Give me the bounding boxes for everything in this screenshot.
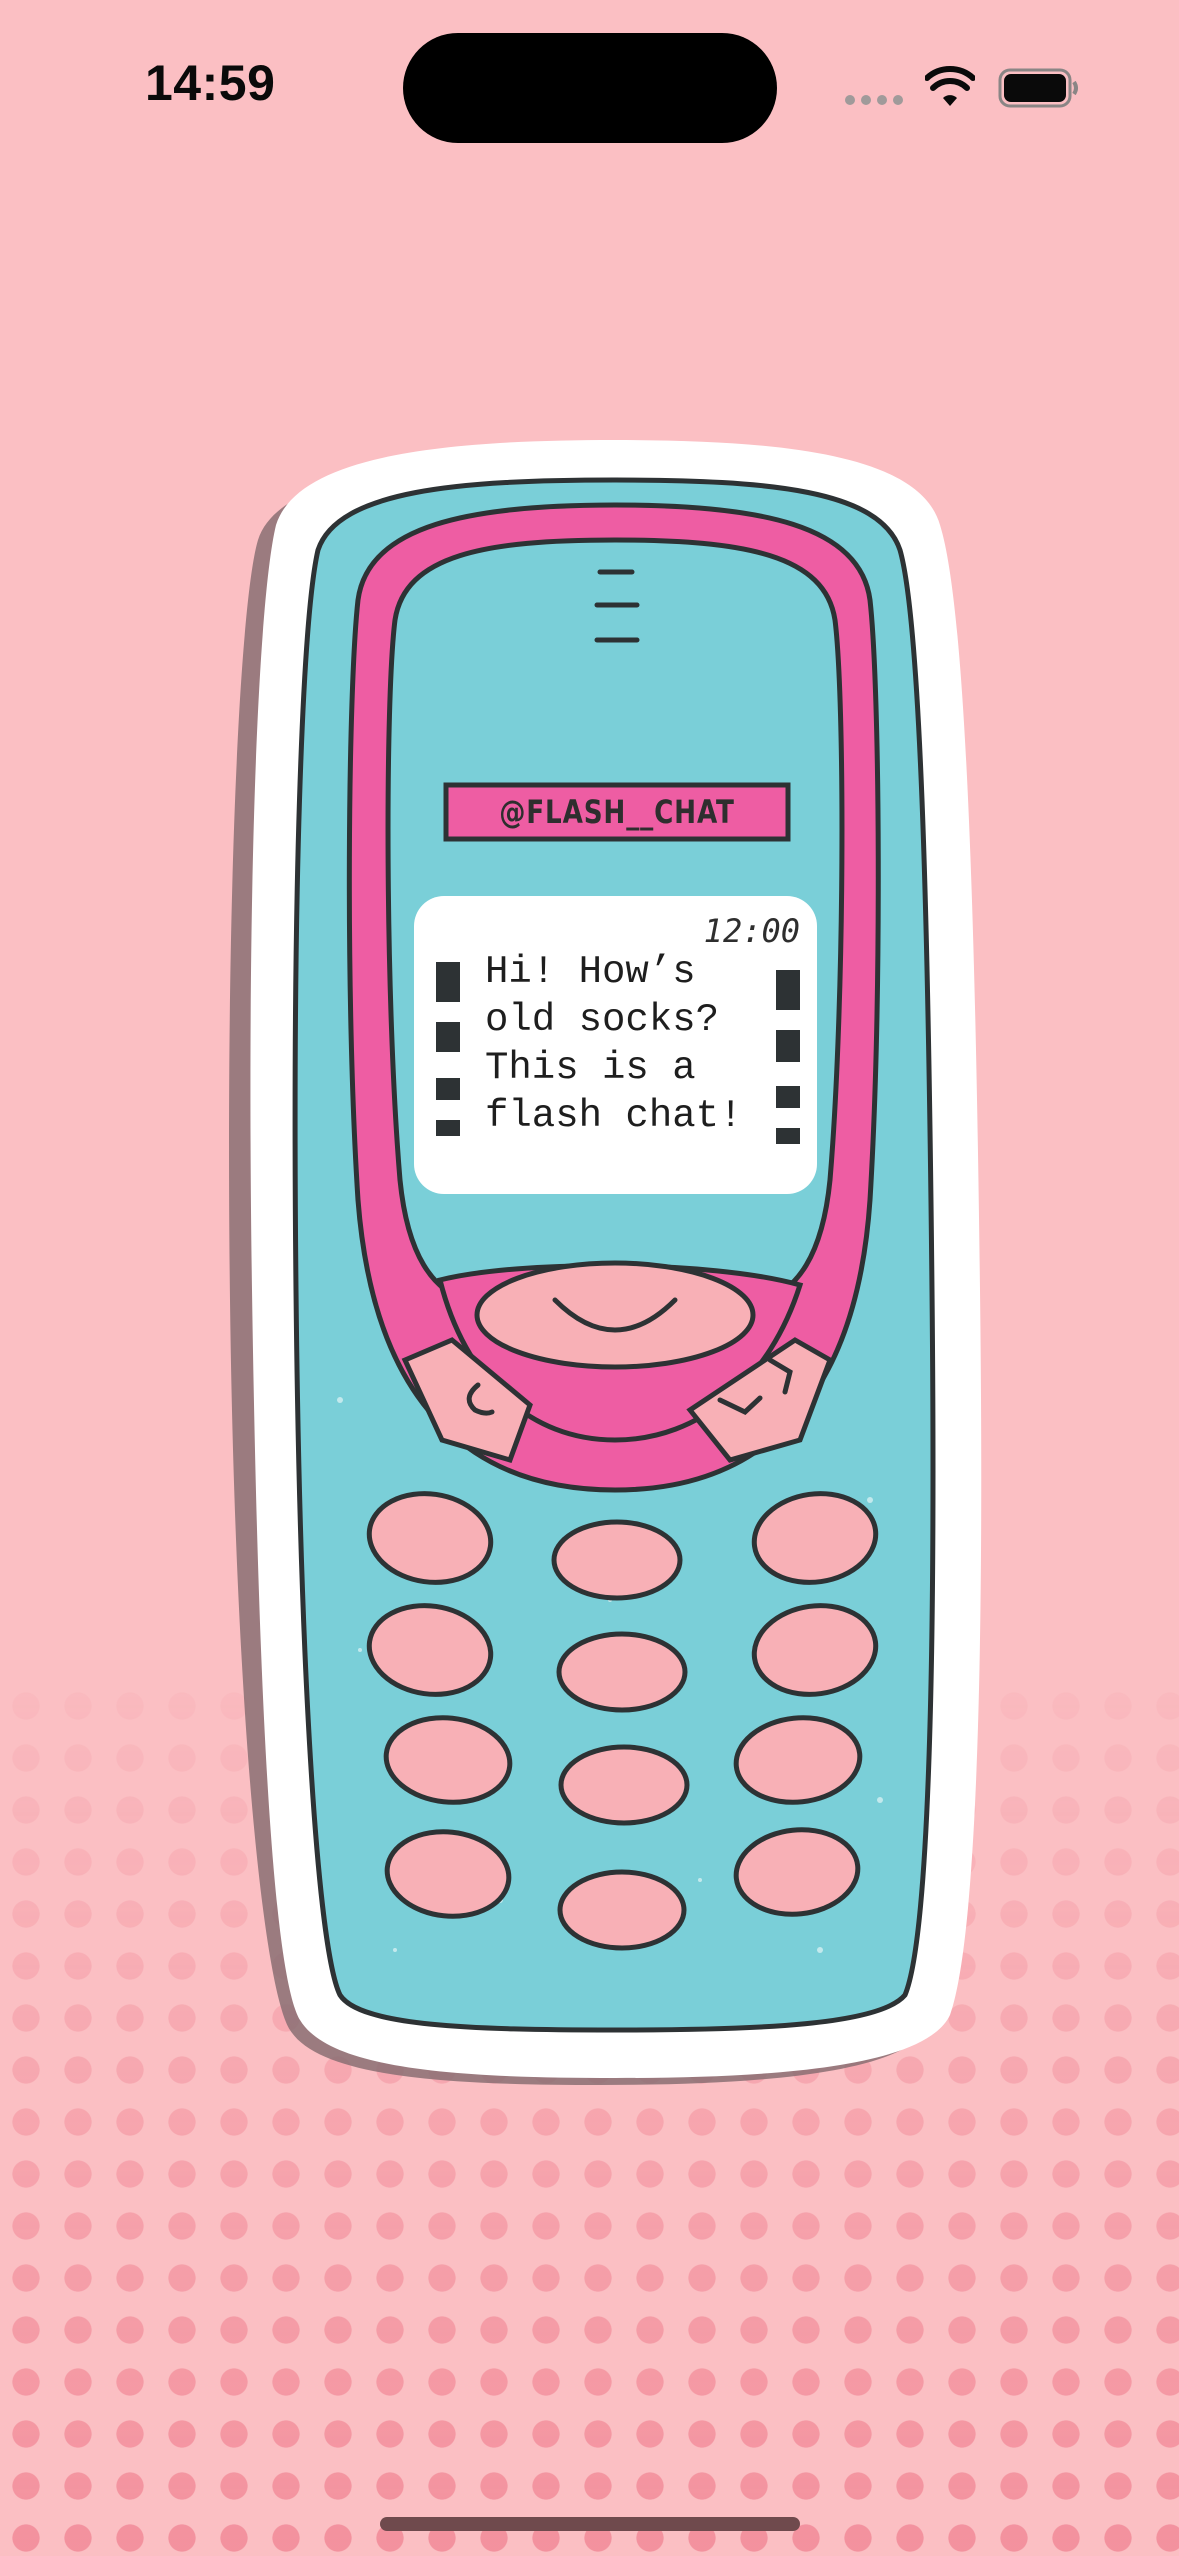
message-line: old socks? [485,998,720,1042]
message-line: This is a [485,1046,696,1090]
message-line: flash chat! [485,1094,743,1138]
phone-sticker-illustration [229,440,982,2085]
message-line: Hi! How’s [485,950,696,994]
home-indicator[interactable] [380,2517,800,2531]
handle-label: @FLASH__CHAT [499,793,735,831]
screen-time: 12:00 [703,912,800,950]
message-text: Hi! How’s old socks? This is a flash cha… [485,948,785,1140]
